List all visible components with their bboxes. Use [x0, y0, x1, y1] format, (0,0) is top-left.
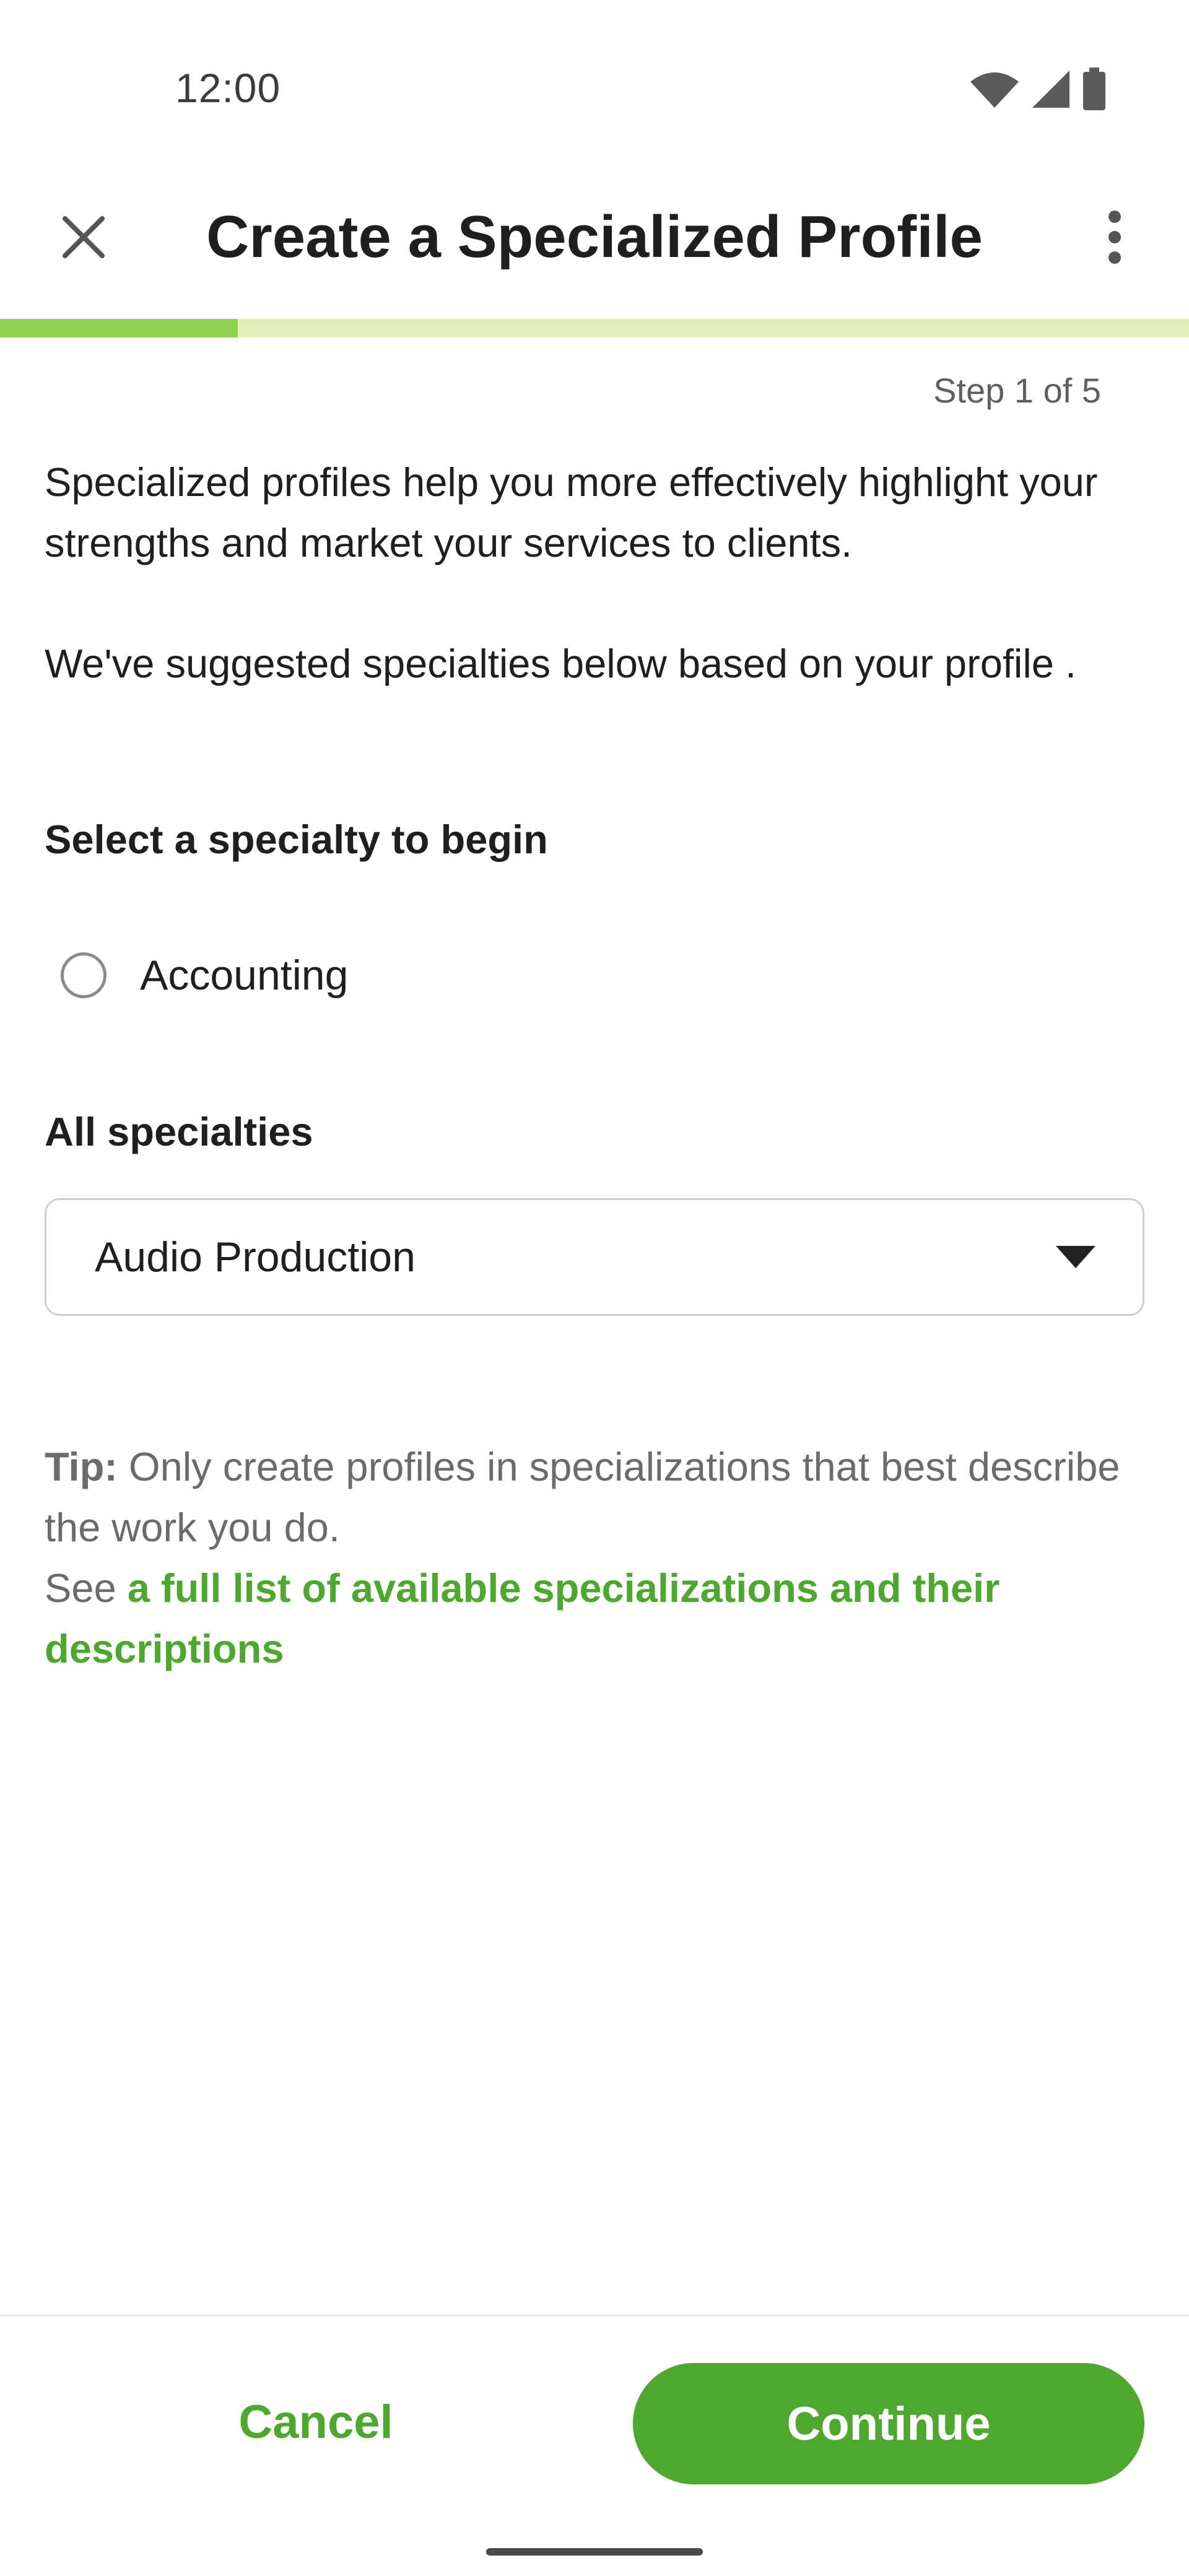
divider [0, 2315, 1189, 2317]
page-title: Create a Specialized Profile [206, 204, 983, 270]
cellular-icon [1032, 71, 1069, 108]
step-indicator: Step 1 of 5 [933, 371, 1101, 410]
progress-fill [0, 319, 238, 337]
radio-button[interactable] [61, 952, 107, 998]
continue-button[interactable]: Continue [633, 2363, 1144, 2484]
battery-icon [1083, 67, 1105, 110]
dropdown-selected-value: Audio Production [95, 1234, 416, 1281]
tip-see-label: See [45, 1565, 128, 1611]
select-specialty-heading: Select a specialty to begin [45, 817, 548, 862]
status-time: 12:00 [175, 65, 281, 111]
intro-paragraph-2: We've suggested specialties below based … [45, 641, 1077, 686]
status-icons [969, 64, 1107, 114]
specializations-list-link[interactable]: a full list of available specializations… [45, 1565, 1000, 1671]
specialty-option-label: Accounting [140, 952, 349, 999]
more-options-button[interactable] [1084, 197, 1146, 277]
dropdown-arrow-icon [1056, 1246, 1095, 1268]
close-button[interactable] [50, 197, 118, 277]
all-specialties-dropdown[interactable]: Audio Production [45, 1198, 1144, 1316]
wifi-icon [970, 72, 1019, 108]
tip-text: Tip: Only create profiles in specializat… [45, 1437, 1147, 1679]
close-icon [63, 216, 105, 258]
more-vert-icon [1108, 211, 1121, 264]
tip-prefix: Tip: [45, 1444, 118, 1489]
home-indicator[interactable] [486, 2548, 703, 2556]
cancel-button[interactable]: Cancel [186, 2363, 446, 2481]
specialty-option-accounting[interactable]: Accounting [45, 938, 602, 1012]
all-specialties-heading: All specialties [45, 1109, 313, 1154]
tip-body: Only create profiles in specializations … [45, 1444, 1120, 1550]
intro-paragraph-1: Specialized profiles help you more effec… [45, 459, 1098, 565]
